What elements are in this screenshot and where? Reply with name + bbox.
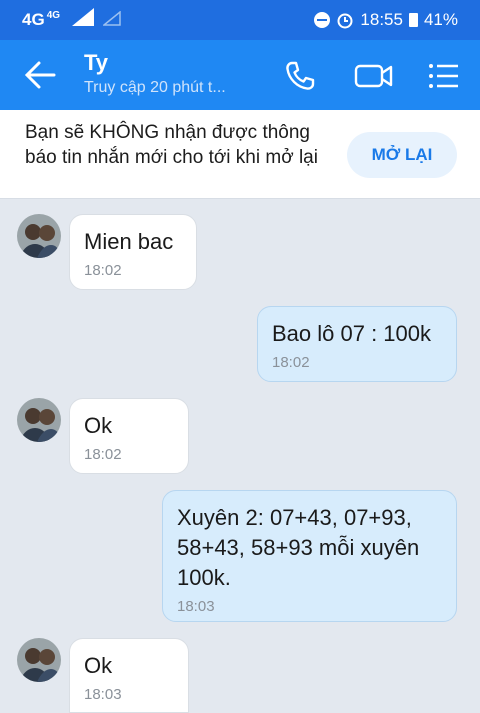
alarm-icon — [337, 13, 353, 29]
back-arrow-icon[interactable] — [24, 60, 56, 90]
incoming-message[interactable]: Ok 18:02 — [69, 398, 189, 474]
video-call-icon[interactable] — [354, 60, 394, 92]
clock-text: 18:55 — [360, 10, 403, 29]
status-right: 18:55 41% — [314, 10, 458, 30]
contact-name[interactable]: Ty — [84, 50, 108, 76]
status-bar: 4G 4G 18:55 41% — [0, 0, 480, 40]
avatar[interactable] — [17, 638, 61, 682]
network-indicator: 4G 4G — [22, 10, 61, 29]
signal-empty-icon — [103, 11, 121, 26]
message-time: 18:02 — [84, 446, 122, 463]
outgoing-message[interactable]: Xuyên 2: 07+43, 07+93, 58+43, 58+93 mỗi … — [162, 490, 457, 622]
message-text: Mien bac — [84, 229, 174, 254]
battery-text: 41% — [423, 10, 458, 29]
avatar[interactable] — [17, 214, 61, 258]
signal-icon — [72, 8, 94, 26]
message-text: Ok — [84, 653, 113, 678]
chat-header: Ty Truy cập 20 phút t... — [0, 40, 480, 110]
incoming-message[interactable]: Mien bac 18:02 — [69, 214, 197, 290]
message-time: 18:02 — [84, 262, 122, 279]
reopen-notifications-button[interactable]: MỞ LẠI — [347, 132, 457, 178]
phone-icon[interactable] — [284, 60, 316, 92]
notice-text: Bạn sẽ KHÔNG nhận được thông báo tin nhắ… — [25, 122, 318, 168]
incoming-message[interactable]: Ok 18:03 — [69, 638, 189, 713]
message-time: 18:02 — [272, 354, 310, 371]
message-text: Ok — [84, 413, 113, 438]
last-seen-status: Truy cập 20 phút t... — [84, 79, 226, 96]
menu-list-icon[interactable] — [428, 60, 460, 92]
outgoing-message[interactable]: Bao lô 07 : 100k 18:02 — [257, 306, 457, 382]
message-time: 18:03 — [84, 686, 122, 703]
dnd-icon — [314, 12, 331, 28]
message-text: Xuyên 2: 07+43, 07+93, 58+43, 58+93 mỗi … — [177, 505, 420, 590]
message-time: 18:03 — [177, 598, 215, 615]
message-text: Bao lô 07 : 100k — [272, 321, 432, 346]
avatar[interactable] — [17, 398, 61, 442]
battery-icon — [408, 13, 418, 27]
